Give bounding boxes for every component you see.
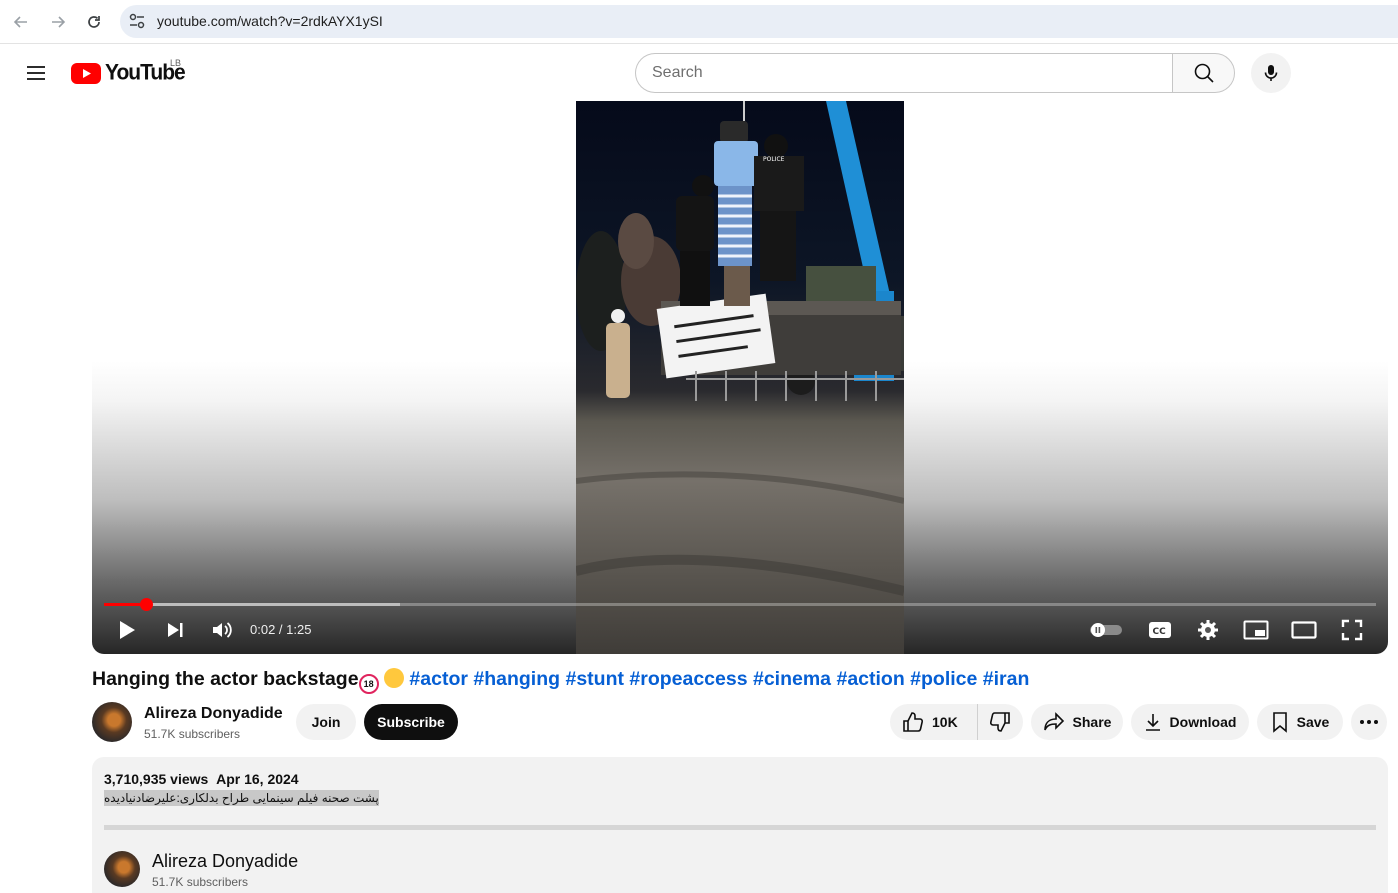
scrubber-handle[interactable] xyxy=(139,598,153,611)
download-icon xyxy=(1145,714,1160,731)
search-icon xyxy=(1194,63,1214,83)
hashtag-link[interactable]: #action xyxy=(836,668,904,690)
description-channel-avatar[interactable] xyxy=(104,851,140,887)
next-button[interactable] xyxy=(162,615,188,645)
like-count: 10K xyxy=(932,714,958,730)
search-box xyxy=(635,53,1235,93)
description-divider xyxy=(104,825,1376,830)
more-actions-button[interactable] xyxy=(1351,704,1387,740)
autoplay-toggle[interactable] xyxy=(1088,615,1124,645)
site-settings-icon xyxy=(129,13,145,29)
youtube-logo[interactable]: YouTube LB xyxy=(71,58,186,85)
face-emoji-icon xyxy=(384,668,404,688)
svg-text:CC: CC xyxy=(1153,627,1167,637)
theater-mode-button[interactable] xyxy=(1290,615,1318,645)
volume-icon xyxy=(213,622,232,638)
download-button[interactable]: Download xyxy=(1131,704,1249,740)
closed-captions-icon: CC xyxy=(1149,622,1171,638)
share-label: Share xyxy=(1072,714,1112,730)
svg-text:POLICE: POLICE xyxy=(763,156,785,163)
description-box[interactable]: 3,710,935 views Apr 16, 2024 پشت صحنه فی… xyxy=(92,757,1388,893)
dislike-button[interactable] xyxy=(978,704,1022,740)
thumbs-up-icon xyxy=(903,712,924,732)
browser-toolbar: youtube.com/watch?v=2rdkAYX1ySI xyxy=(0,0,1398,44)
guide-menu-button[interactable] xyxy=(24,61,48,85)
channel-avatar[interactable] xyxy=(92,702,132,742)
arrow-right-icon xyxy=(52,16,66,28)
youtube-play-logo-icon xyxy=(71,62,101,84)
youtube-masthead: YouTube LB xyxy=(0,45,1398,101)
settings-button[interactable] xyxy=(1195,615,1221,645)
miniplayer-icon xyxy=(1243,620,1269,640)
hashtag-list: #actor #hanging #stunt #ropeaccess #cine… xyxy=(409,668,1029,690)
thumbs-down-icon xyxy=(989,712,1010,732)
hashtag-link[interactable]: #police xyxy=(910,668,977,690)
hamburger-icon xyxy=(27,66,45,80)
save-button[interactable]: Save xyxy=(1257,704,1343,740)
hashtag-link[interactable]: #cinema xyxy=(753,668,831,690)
description-subscriber-count: 51.7K subscribers xyxy=(152,875,249,889)
fullscreen-icon xyxy=(1341,619,1363,641)
url-text[interactable]: youtube.com/watch?v=2rdkAYX1ySI xyxy=(157,13,383,29)
voice-search-button[interactable] xyxy=(1251,53,1291,93)
hashtag-link[interactable]: #hanging xyxy=(473,668,560,690)
search-input[interactable] xyxy=(635,53,1172,93)
download-label: Download xyxy=(1169,714,1237,730)
subscribe-button[interactable]: Subscribe xyxy=(364,704,458,740)
video-player[interactable]: POLICE 0:02 / 1:25 CC xyxy=(92,101,1388,654)
progress-bar[interactable] xyxy=(104,598,1376,611)
like-button[interactable]: 10K xyxy=(890,704,978,740)
subscriber-count: 51.7K subscribers xyxy=(144,727,241,741)
back-button[interactable] xyxy=(9,10,33,34)
skip-next-icon xyxy=(168,623,183,637)
time-display: 0:02 / 1:25 xyxy=(250,622,312,637)
gear-icon xyxy=(1198,620,1218,640)
theater-mode-icon xyxy=(1291,621,1317,639)
more-horizontal-icon xyxy=(1360,720,1378,724)
hashtag-link[interactable]: #ropeaccess xyxy=(629,668,747,690)
hashtag-link[interactable]: #iran xyxy=(983,668,1030,690)
arrow-left-icon xyxy=(13,16,27,28)
subtitles-button[interactable]: CC xyxy=(1147,615,1173,645)
autoplay-toggle-icon xyxy=(1090,623,1122,637)
video-title-text: Hanging the actor backstage xyxy=(92,668,359,690)
no-under-18-emoji-icon: 18 xyxy=(358,674,379,694)
search-button[interactable] xyxy=(1172,53,1235,93)
share-button[interactable]: Share xyxy=(1031,704,1123,740)
channel-name-link[interactable]: Alireza Donyadide xyxy=(144,705,283,723)
play-icon xyxy=(120,621,135,639)
video-title: Hanging the actor backstage 18 #actor #ha… xyxy=(92,668,1029,694)
video-scene-illustration: POLICE xyxy=(576,101,904,596)
reload-icon xyxy=(88,16,100,28)
miniplayer-button[interactable] xyxy=(1242,615,1270,645)
save-label: Save xyxy=(1296,714,1330,730)
video-frame[interactable]: POLICE xyxy=(576,101,904,654)
view-date-info: 3,710,935 views Apr 16, 2024 xyxy=(104,771,299,787)
bookmark-icon xyxy=(1272,712,1287,733)
forward-button[interactable] xyxy=(46,10,70,34)
reload-button[interactable] xyxy=(82,10,106,34)
play-button[interactable] xyxy=(114,615,140,645)
country-code: LB xyxy=(170,58,182,68)
upload-date: Apr 16, 2024 xyxy=(216,771,299,787)
like-dislike-group: 10K xyxy=(890,704,1023,740)
fullscreen-button[interactable] xyxy=(1339,615,1365,645)
description-channel-name[interactable]: Alireza Donyadide xyxy=(152,851,298,872)
view-count: 3,710,935 views xyxy=(104,771,209,787)
mute-button[interactable] xyxy=(208,615,236,645)
hashtag-link[interactable]: #actor xyxy=(409,668,468,690)
microphone-icon xyxy=(1264,65,1278,81)
share-arrow-icon xyxy=(1043,712,1064,731)
hashtag-link[interactable]: #stunt xyxy=(565,668,624,690)
address-bar[interactable]: youtube.com/watch?v=2rdkAYX1ySI xyxy=(120,5,1398,38)
join-button[interactable]: Join xyxy=(296,704,356,740)
description-text: پشت صحنه فیلم سینمایی طراح بدلکاری:علیرض… xyxy=(104,790,379,806)
